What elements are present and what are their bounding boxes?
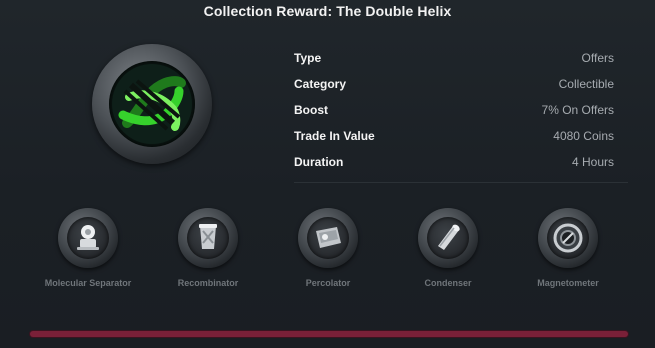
machine-molecular-separator[interactable]: Molecular Separator — [28, 208, 148, 288]
detail-value: Offers — [581, 51, 614, 65]
magnetometer-icon — [538, 208, 598, 268]
double-helix-icon — [109, 61, 195, 147]
detail-label: Duration — [294, 155, 344, 169]
detail-value: Collectible — [558, 77, 614, 91]
machine-recombinator[interactable]: Recombinator — [148, 208, 268, 288]
machine-label: Percolator — [305, 278, 351, 288]
detail-value: 7% On Offers — [541, 103, 614, 117]
detail-row-category: Category Collectible — [294, 74, 614, 100]
reward-details: Type Offers Category Collectible Boost 7… — [294, 48, 614, 178]
machine-label: Molecular Separator — [44, 278, 132, 288]
recombinator-icon — [178, 208, 238, 268]
reward-badge — [92, 44, 212, 164]
collection-reward-panel: Collection Reward: The Double Helix Type… — [0, 0, 655, 348]
machine-label: Magnetometer — [537, 278, 599, 288]
detail-row-type: Type Offers — [294, 48, 614, 74]
detail-label: Type — [294, 51, 322, 65]
machine-condenser[interactable]: Condenser — [388, 208, 508, 288]
detail-label: Boost — [294, 103, 328, 117]
detail-value: 4080 Coins — [553, 129, 614, 143]
section-divider — [294, 182, 628, 183]
percolator-icon — [298, 208, 358, 268]
detail-row-boost: Boost 7% On Offers — [294, 100, 614, 126]
machine-label: Condenser — [424, 278, 472, 288]
machine-magnetometer[interactable]: Magnetometer — [508, 208, 628, 288]
machine-label: Recombinator — [177, 278, 239, 288]
condenser-icon — [418, 208, 478, 268]
detail-row-trade-in-value: Trade In Value 4080 Coins — [294, 126, 614, 152]
machine-percolator[interactable]: Percolator — [268, 208, 388, 288]
progress-bar — [30, 331, 628, 337]
page-title: Collection Reward: The Double Helix — [203, 3, 452, 19]
detail-label: Trade In Value — [294, 129, 375, 143]
molecular-separator-icon — [58, 208, 118, 268]
detail-row-duration: Duration 4 Hours — [294, 152, 614, 178]
detail-value: 4 Hours — [571, 155, 614, 169]
detail-label: Category — [294, 77, 347, 91]
